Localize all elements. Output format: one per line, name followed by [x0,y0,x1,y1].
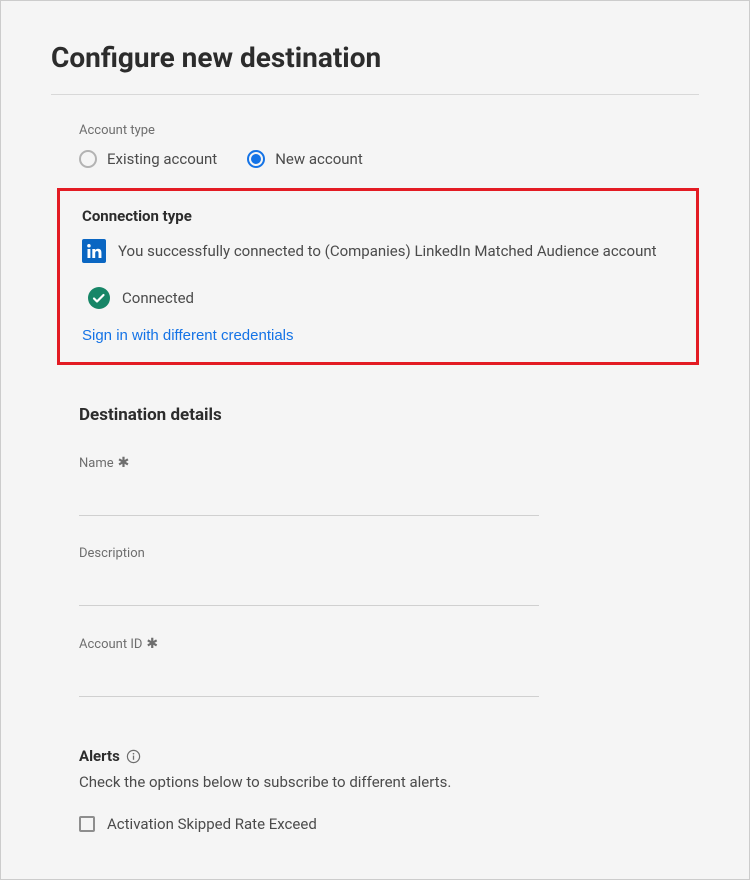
description-label-text: Description [79,546,145,561]
connected-status-row: Connected [88,287,674,309]
radio-label: Existing account [107,150,217,168]
destination-details-heading: Destination details [79,405,699,425]
connection-info-box: Connection type You successfully connect… [57,188,699,365]
connection-row: You successfully connected to (Companies… [82,239,674,263]
connection-message: You successfully connected to (Companies… [118,242,657,260]
radio-icon [79,150,97,168]
checkbox-icon [79,816,95,832]
account-id-label: Account ID ✱ [79,636,539,652]
required-indicator-icon: ✱ [118,455,130,471]
description-input[interactable] [79,573,539,606]
divider [51,94,699,95]
checkbox-label: Activation Skipped Rate Exceed [107,815,317,833]
description-label: Description [79,546,539,561]
linkedin-icon [82,239,106,263]
account-type-label: Account type [79,123,699,138]
name-field-group: Name ✱ [79,455,539,516]
description-field-group: Description [79,546,539,606]
sign-in-different-link[interactable]: Sign in with different credentials [82,327,294,344]
account-type-radio-group: Existing account New account [79,150,699,168]
account-id-label-text: Account ID [79,637,142,652]
radio-label: New account [275,150,363,168]
page-title: Configure new destination [51,41,699,74]
alerts-title: Alerts [79,747,120,765]
alerts-description: Check the options below to subscribe to … [79,773,699,791]
info-icon[interactable] [126,749,141,764]
new-account-radio[interactable]: New account [247,150,363,168]
required-indicator-icon: ✱ [146,636,158,652]
name-label-text: Name [79,456,114,471]
name-input[interactable] [79,483,539,516]
alerts-header: Alerts [79,747,699,765]
checkmark-icon [88,287,110,309]
connected-status-text: Connected [122,289,194,307]
name-label: Name ✱ [79,455,539,471]
activation-skipped-checkbox[interactable]: Activation Skipped Rate Exceed [79,815,699,833]
connection-type-heading: Connection type [82,207,674,225]
account-id-input[interactable] [79,664,539,697]
account-id-field-group: Account ID ✱ [79,636,539,697]
radio-icon-selected [247,150,265,168]
existing-account-radio[interactable]: Existing account [79,150,217,168]
